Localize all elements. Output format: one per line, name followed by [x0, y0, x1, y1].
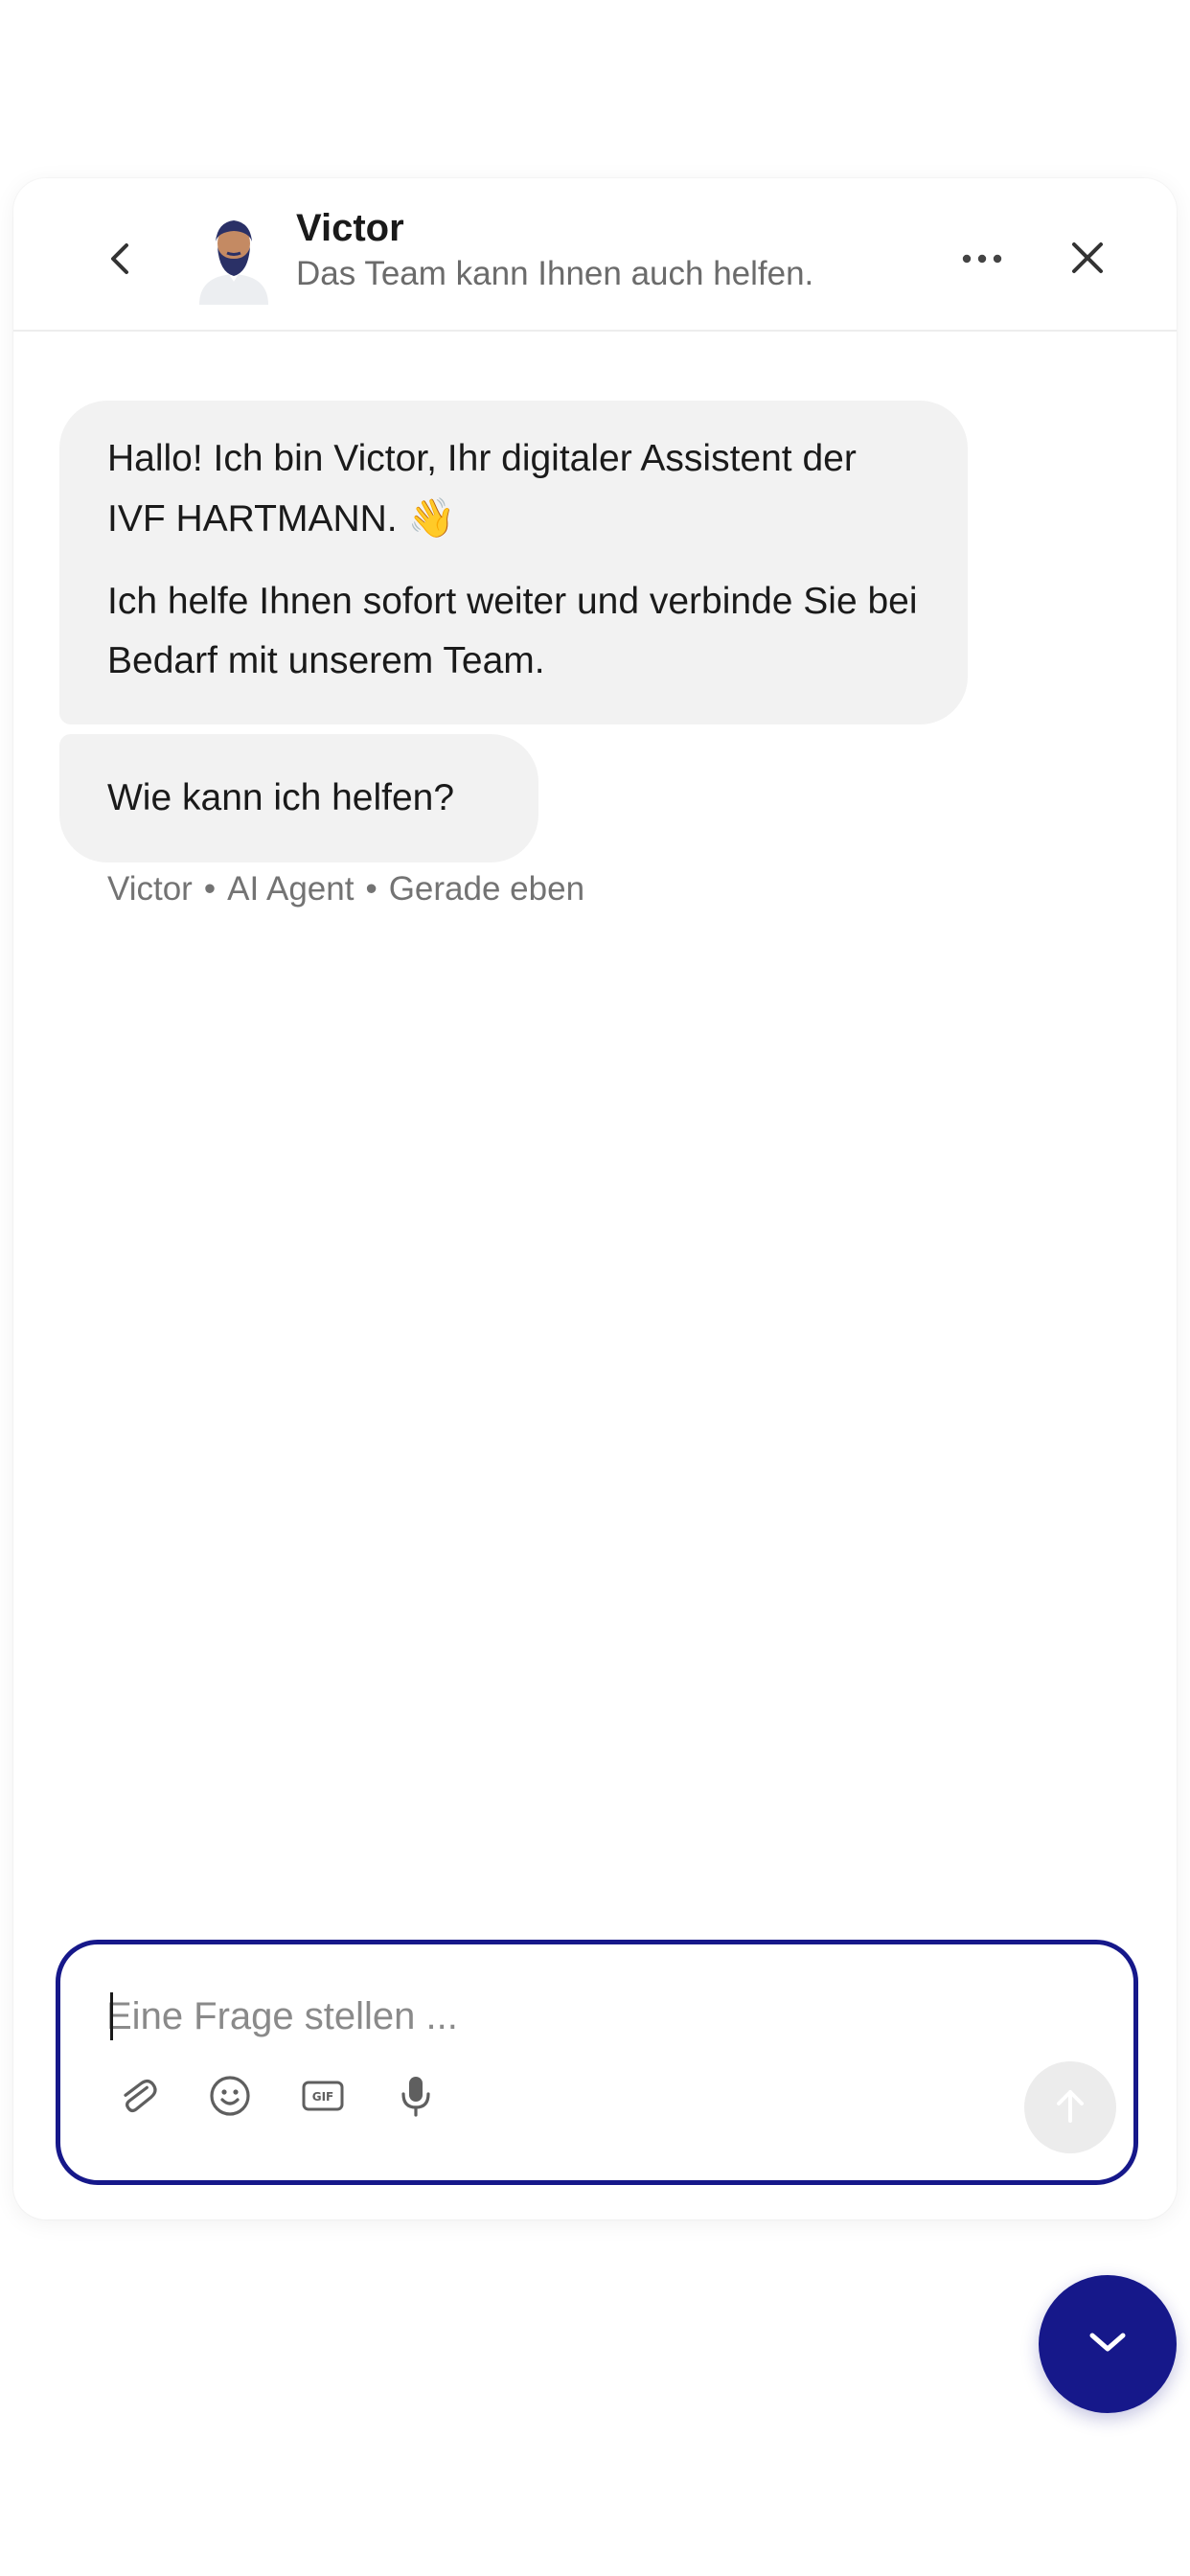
message-paragraph: Ich helfe Ihnen sofort weiter und verbin…: [107, 581, 918, 681]
voice-button[interactable]: [385, 2067, 446, 2128]
meta-role: AI Agent: [227, 870, 355, 908]
text-caret: [110, 1992, 113, 2040]
back-button[interactable]: [90, 232, 148, 289]
message-input[interactable]: [106, 1983, 1064, 2050]
svg-text:GIF: GIF: [312, 2090, 334, 2104]
arrow-up-icon: [1051, 2084, 1089, 2131]
gif-button[interactable]: GIF: [292, 2067, 354, 2128]
meta-time: Gerade eben: [388, 870, 585, 908]
chat-header: Victor Das Team kann Ihnen auch helfen.: [13, 178, 1177, 332]
emoji-icon: [208, 2074, 252, 2123]
chevron-down-icon: [1085, 2328, 1131, 2361]
close-button[interactable]: [1054, 226, 1121, 293]
avatar: [186, 209, 282, 305]
message-bubble: Wie kann ich helfen?: [59, 734, 538, 862]
message-paragraph: Wie kann ich helfen?: [107, 777, 455, 818]
meta-separator: •: [365, 870, 378, 908]
gif-icon: GIF: [301, 2077, 345, 2120]
send-button[interactable]: [1024, 2061, 1116, 2153]
more-options-button[interactable]: [949, 232, 1016, 289]
agent-name: Victor: [296, 207, 404, 249]
emoji-button[interactable]: [199, 2067, 261, 2128]
message-bubble: Hallo! Ich bin Victor, Ihr digitaler Ass…: [59, 401, 968, 724]
attach-button[interactable]: [106, 2067, 168, 2128]
meta-sender: Victor: [107, 870, 193, 908]
more-horizontal-icon: [961, 252, 1003, 269]
close-icon: [1068, 239, 1107, 282]
message-paragraph: Hallo! Ich bin Victor, Ihr digitaler Ass…: [107, 438, 857, 540]
meta-separator: •: [203, 870, 217, 908]
microphone-icon: [394, 2074, 438, 2123]
messenger-window: Victor Das Team kann Ihnen auch helfen. …: [13, 178, 1177, 2220]
minimize-chat-button[interactable]: [1039, 2275, 1177, 2413]
paperclip-icon: [115, 2074, 159, 2123]
agent-subtitle: Das Team kann Ihnen auch helfen.: [296, 255, 814, 292]
message-composer: GIF: [56, 1940, 1138, 2185]
waving-hand-emoji: 👋: [407, 497, 456, 540]
chevron-left-icon: [105, 240, 132, 283]
message-meta: Victor • AI Agent • Gerade eben: [107, 870, 584, 908]
